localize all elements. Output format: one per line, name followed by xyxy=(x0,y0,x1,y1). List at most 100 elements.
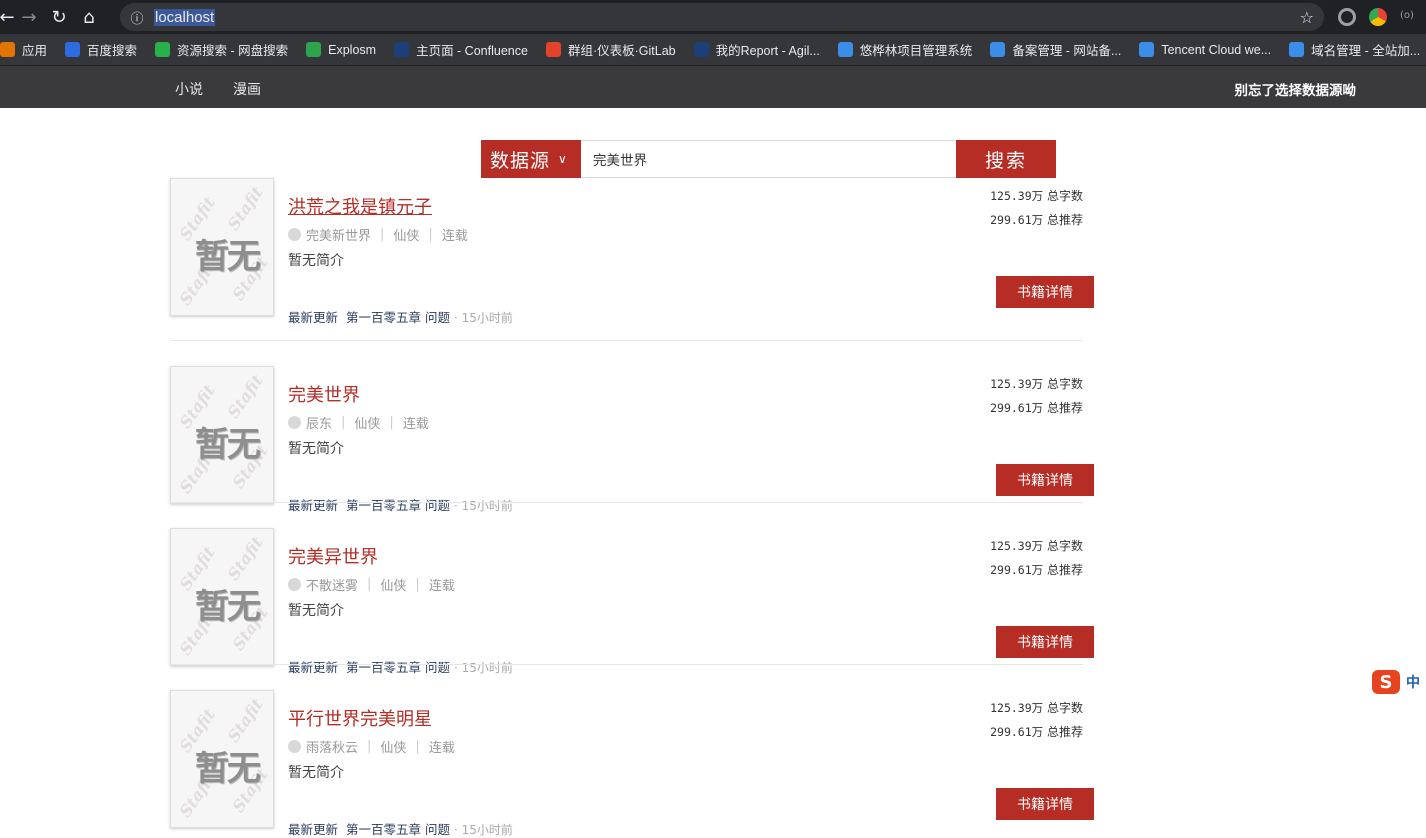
book-stats: 125.39万 总字数 299.61万 总推荐 xyxy=(990,184,1083,232)
book-genre: 仙侠 xyxy=(393,229,420,244)
search-input[interactable]: 完美世界 xyxy=(581,140,956,178)
book-meta: 不散迷雾 | 仙侠 | 连载 xyxy=(288,575,455,594)
bookmark-label: Explosm xyxy=(328,42,377,57)
update-time-text: 15小时前 xyxy=(461,311,513,325)
word-count-label: 总字数 xyxy=(1046,189,1083,203)
back-icon[interactable]: ← xyxy=(0,0,15,34)
update-time-text: 15小时前 xyxy=(461,823,513,837)
chevron-down-icon: ∨ xyxy=(558,152,568,166)
recommend-count: 299.61万 xyxy=(990,401,1044,415)
book-detail-button[interactable]: 书籍详情 xyxy=(996,626,1094,658)
author-avatar-icon xyxy=(288,416,301,429)
book-detail-button[interactable]: 书籍详情 xyxy=(996,788,1094,820)
book-title[interactable]: 平行世界完美明星 xyxy=(288,705,432,731)
book-status: 连载 xyxy=(428,579,455,594)
edge-extension-icon[interactable] xyxy=(1338,8,1356,26)
datasource-dropdown[interactable]: 数据源 ∨ xyxy=(481,140,581,178)
book-title[interactable]: 洪荒之我是镇元子 xyxy=(288,193,432,219)
bookmark-item[interactable]: Tencent Cloud we... xyxy=(1139,42,1271,57)
chrome-extension-icon[interactable] xyxy=(1369,8,1387,26)
cover-watermark: Stafit xyxy=(223,183,267,234)
bookmark-favicon-icon xyxy=(837,42,853,57)
book-author[interactable]: 辰东 xyxy=(306,413,332,432)
meta-separator: | xyxy=(380,227,385,242)
book-genre: 仙侠 xyxy=(380,579,407,594)
bookmark-label: 应用 xyxy=(22,44,48,58)
cover-watermark: Stafit xyxy=(223,371,267,422)
book-detail-button[interactable]: 书籍详情 xyxy=(996,276,1094,308)
bookmark-star-icon[interactable]: ☆ xyxy=(1300,8,1314,27)
book-item: Stafit Stafit Stafit Stafit 暂无 完美异世界 不散迷… xyxy=(170,528,1095,675)
book-cover[interactable]: Stafit Stafit Stafit Stafit 暂无 xyxy=(170,178,274,316)
latest-chapter-link[interactable]: 第一百零五章 问题 xyxy=(346,660,450,675)
book-author[interactable]: 雨落秋云 xyxy=(306,737,358,756)
word-count: 125.39万 xyxy=(990,189,1044,203)
bookmark-favicon-icon xyxy=(545,42,561,57)
ime-indicator[interactable]: S 中 xyxy=(1372,670,1420,694)
browser-toolbar: ← → ↻ ⌂ ⓘ localhost ☆ (o) xyxy=(0,0,1426,34)
bookmark-item[interactable]: 主页面 - Confluence xyxy=(394,40,528,59)
home-icon[interactable]: ⌂ xyxy=(74,0,104,34)
book-item: Stafit Stafit Stafit Stafit 暂无 洪荒之我是镇元子 … xyxy=(170,178,1095,325)
book-cover[interactable]: Stafit Stafit Stafit Stafit 暂无 xyxy=(170,690,274,828)
recommend-label: 总推荐 xyxy=(1046,401,1083,415)
bookmark-item[interactable]: Explosm xyxy=(306,42,376,57)
book-cover[interactable]: Stafit Stafit Stafit Stafit 暂无 xyxy=(170,366,274,504)
meta-separator: | xyxy=(415,577,420,592)
book-meta: 完美新世界 | 仙侠 | 连载 xyxy=(288,225,468,244)
bookmark-favicon-icon xyxy=(1289,42,1305,57)
bookmark-favicon-icon xyxy=(1139,42,1155,57)
book-status: 连载 xyxy=(428,741,455,756)
book-cover[interactable]: Stafit Stafit Stafit Stafit 暂无 xyxy=(170,528,274,666)
search-bar: 数据源 ∨ 完美世界 搜索 xyxy=(481,140,1056,178)
meta-separator: | xyxy=(389,415,394,430)
latest-update: 最新更新 第一百零五章 问题 · 15小时前 xyxy=(288,307,513,326)
bookmark-item[interactable]: 群组·仪表板·GitLab xyxy=(545,40,676,59)
latest-update: 最新更新 第一百零五章 问题 · 15小时前 xyxy=(288,819,513,838)
book-divider xyxy=(170,340,1083,341)
recommend-label: 总推荐 xyxy=(1046,725,1083,739)
address-bar[interactable]: ⓘ localhost ☆ xyxy=(120,3,1324,31)
latest-chapter-link[interactable]: 第一百零五章 问题 xyxy=(346,822,450,837)
book-detail-button[interactable]: 书籍详情 xyxy=(996,464,1094,496)
extension-icon[interactable]: (o) xyxy=(1400,10,1418,28)
bookmark-item[interactable]: 我的Report - Agil... xyxy=(693,40,820,59)
book-author[interactable]: 完美新世界 xyxy=(306,225,371,244)
nav-link-novel[interactable]: 小说 xyxy=(175,79,203,99)
book-title[interactable]: 完美异世界 xyxy=(288,543,378,569)
book-intro: 暂无简介 xyxy=(288,765,344,781)
bookmark-item[interactable]: 备案管理 - 网站备... xyxy=(990,40,1121,59)
bookmark-item[interactable]: 资源搜索 - 网盘搜索 xyxy=(155,40,288,59)
word-count: 125.39万 xyxy=(990,377,1044,391)
book-title[interactable]: 完美世界 xyxy=(288,381,360,407)
book-status: 连载 xyxy=(402,417,429,432)
bookmark-label: 百度搜索 xyxy=(87,44,138,58)
book-author[interactable]: 不散迷雾 xyxy=(306,575,358,594)
bookmark-item[interactable]: 域名管理 - 全站加... xyxy=(1289,40,1420,59)
meta-separator: | xyxy=(367,577,372,592)
book-meta: 雨落秋云 | 仙侠 | 连载 xyxy=(288,737,455,756)
bookmark-favicon-icon xyxy=(155,42,171,57)
bookmark-item[interactable]: 应用 xyxy=(0,40,47,59)
url-text[interactable]: localhost xyxy=(154,8,216,26)
latest-update: 最新更新 第一百零五章 问题 · 15小时前 xyxy=(288,657,513,676)
latest-label: 最新更新 xyxy=(288,498,339,513)
recommend-label: 总推荐 xyxy=(1046,563,1083,577)
recommend-count: 299.61万 xyxy=(990,725,1044,739)
word-count-label: 总字数 xyxy=(1046,377,1083,391)
latest-chapter-link[interactable]: 第一百零五章 问题 xyxy=(346,498,450,513)
bookmark-label: 我的Report - Agil... xyxy=(715,44,820,58)
reload-icon[interactable]: ↻ xyxy=(44,0,74,34)
search-button[interactable]: 搜索 xyxy=(956,140,1056,178)
cover-placeholder-text: 暂无 xyxy=(195,587,261,627)
forward-icon[interactable]: → xyxy=(14,0,44,34)
bookmark-favicon-icon xyxy=(693,42,709,57)
book-item: Stafit Stafit Stafit Stafit 暂无 完美世界 辰东 |… xyxy=(170,366,1095,513)
meta-separator: | xyxy=(415,739,420,754)
nav-link-comic[interactable]: 漫画 xyxy=(233,79,261,99)
bookmark-item[interactable]: 悠桦林项目管理系统 xyxy=(837,40,972,59)
bookmark-label: 主页面 - Confluence xyxy=(416,44,528,58)
latest-chapter-link[interactable]: 第一百零五章 问题 xyxy=(346,310,450,325)
site-info-icon[interactable]: ⓘ xyxy=(120,8,154,27)
bookmark-item[interactable]: 百度搜索 xyxy=(65,40,137,59)
